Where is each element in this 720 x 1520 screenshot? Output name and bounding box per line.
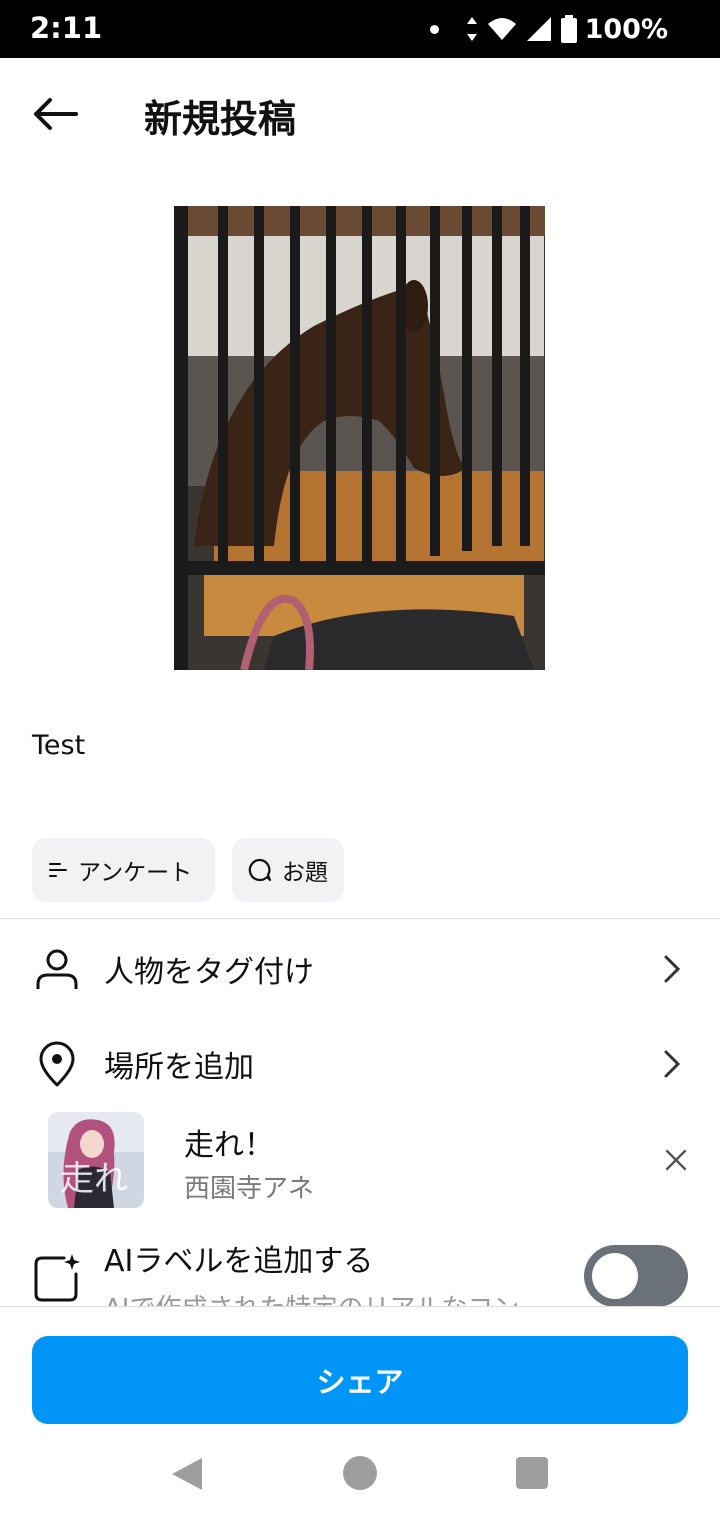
tag-people-row[interactable]: 人物をタグ付け	[0, 929, 720, 1009]
battery-icon	[560, 15, 577, 43]
caption-text[interactable]: Test	[32, 730, 85, 761]
page-title: 新規投稿	[144, 97, 297, 141]
horse-in-stable-photo	[174, 206, 545, 670]
nav-back-icon[interactable]	[170, 1456, 204, 1492]
poll-chip-label: アンケート	[78, 860, 193, 886]
system-nav-bar	[0, 1430, 720, 1520]
speech-bubble-icon	[248, 858, 272, 882]
topic-chip-label: お題	[282, 860, 328, 886]
nav-home-icon[interactable]	[343, 1456, 377, 1490]
back-button[interactable]	[24, 86, 86, 142]
status-time: 2:11	[30, 11, 103, 45]
status-icons: 100%	[429, 11, 668, 47]
music-artist: 西園寺アネ	[184, 1174, 315, 1204]
header: 新規投稿	[0, 58, 720, 168]
topic-chip[interactable]: お題	[232, 838, 344, 902]
ai-label-description-clip: AIで作成された特定のリアルなコン	[104, 1284, 574, 1306]
toggle-knob	[592, 1253, 638, 1299]
add-location-label: 場所を追加	[104, 1050, 254, 1085]
add-location-row[interactable]: 場所を追加	[0, 1024, 720, 1104]
chevron-right-icon	[660, 1044, 684, 1084]
post-photo[interactable]	[174, 206, 545, 670]
ai-sparkle-icon	[34, 1252, 80, 1302]
notification-dot-icon	[429, 24, 439, 34]
poll-chip[interactable]: アンケート	[32, 838, 215, 902]
divider	[0, 918, 720, 919]
divider	[0, 1306, 720, 1307]
data-arrows-icon	[466, 17, 477, 41]
location-pin-icon	[34, 1041, 80, 1087]
nav-recents-icon[interactable]	[516, 1457, 548, 1489]
signal-icon	[526, 17, 551, 41]
ai-label-title: AIラベルを追加する	[104, 1244, 374, 1279]
wifi-icon	[487, 18, 516, 40]
close-icon	[665, 1149, 687, 1171]
music-album-art[interactable]: 走れ	[48, 1112, 144, 1208]
svg-text:走れ: 走れ	[60, 1159, 128, 1199]
person-icon	[34, 946, 80, 992]
status-bar: 2:11 100%	[0, 0, 720, 58]
ai-label-description: AIで作成された特定のリアルなコン	[104, 1288, 574, 1306]
chevron-right-icon	[660, 949, 684, 989]
tag-people-label: 人物をタグ付け	[104, 955, 314, 990]
battery-percentage: 100%	[584, 13, 668, 45]
remove-music-button[interactable]	[660, 1144, 692, 1176]
poll-icon	[49, 863, 67, 877]
share-button[interactable]: シェア	[32, 1336, 688, 1424]
arrow-left-icon	[34, 98, 78, 130]
music-title: 走れ！	[184, 1128, 274, 1163]
ai-label-toggle[interactable]	[584, 1245, 688, 1307]
